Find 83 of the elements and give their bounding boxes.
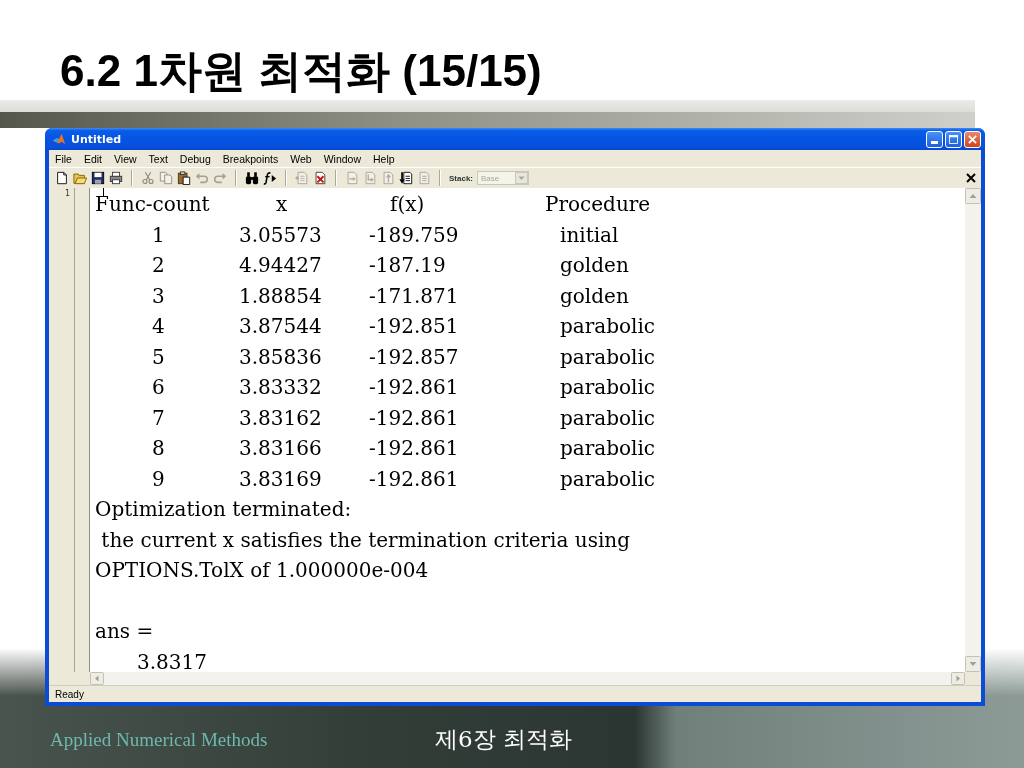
course-title: Applied Numerical Methods	[50, 728, 268, 751]
page-cross-icon[interactable]	[313, 171, 327, 185]
table-cell: 3.87544	[239, 315, 322, 338]
chapter-title: 제6장 최적화	[435, 725, 572, 754]
minimize-icon[interactable]	[931, 140, 938, 144]
menu-item[interactable]: Text	[142, 152, 174, 165]
menu-item[interactable]: Edit	[77, 152, 108, 165]
blank-page-icon[interactable]	[55, 171, 69, 185]
column-header: x	[276, 193, 288, 216]
table-cell: 1	[152, 223, 165, 246]
table-cell: 5	[152, 345, 165, 368]
stack-label: Stack:	[449, 173, 473, 183]
table-cell: -192.861	[369, 406, 459, 429]
output-line: Optimization terminated:	[95, 498, 352, 521]
scroll-right-icon[interactable]	[951, 672, 965, 685]
folder-icon[interactable]	[73, 171, 87, 185]
table-cell: 1.88854	[239, 284, 322, 307]
table-cell: parabolic	[560, 315, 656, 338]
table-cell: 6	[152, 376, 165, 399]
table-cell: 4.94427	[239, 254, 322, 277]
table-cell: -192.857	[369, 345, 459, 368]
clipboard-icon[interactable]	[177, 171, 191, 185]
table-cell: golden	[560, 254, 629, 277]
minimize-button[interactable]	[926, 130, 943, 148]
table-cell: parabolic	[560, 376, 656, 399]
scroll-left-icon[interactable]	[90, 672, 104, 685]
table-cell: 3	[152, 284, 165, 307]
table-cell: 4	[152, 315, 165, 338]
table-cell: 3.83162	[239, 406, 322, 429]
slide-title: 6.2 1차원 최적화 (15/15)	[60, 46, 542, 96]
app-logo-icon	[52, 132, 66, 146]
table-cell: -192.851	[369, 315, 459, 338]
table-cell: -192.861	[369, 467, 459, 490]
horizontal-scrollbar[interactable]	[90, 672, 965, 685]
table-cell: 8	[152, 437, 165, 460]
menu-item[interactable]: View	[108, 152, 143, 165]
table-cell: -171.871	[369, 284, 459, 307]
table-cell: -189.759	[369, 223, 459, 246]
scroll-down-icon[interactable]	[965, 656, 981, 672]
menu-item[interactable]: Window	[317, 152, 368, 165]
printer-icon[interactable]	[109, 171, 123, 185]
close-button[interactable]	[964, 130, 981, 148]
answer-value: 3.8317	[137, 650, 207, 672]
menu-item[interactable]: Breakpoints	[216, 152, 285, 165]
maximize-icon[interactable]	[949, 134, 958, 144]
line-number: 1	[64, 189, 70, 198]
table-cell: 3.83166	[239, 437, 322, 460]
scroll-up-icon[interactable]	[965, 188, 981, 204]
menu-item[interactable]: Debug	[173, 152, 217, 165]
column-header: Procedure	[545, 193, 651, 216]
table-cell: 3.85836	[239, 345, 322, 368]
table-cell: 2	[152, 254, 165, 277]
table-cell: initial	[560, 223, 619, 246]
output-line: the current x satisfies the termination criteria using	[100, 528, 631, 551]
vertical-scrollbar[interactable]	[965, 188, 981, 672]
table-cell: 7	[152, 406, 165, 429]
menu-item[interactable]: Web	[284, 152, 318, 165]
close-icon[interactable]	[966, 173, 976, 183]
table-cell: parabolic	[560, 467, 656, 490]
table-cell: parabolic	[560, 406, 656, 429]
status-text: Ready	[55, 688, 84, 700]
binoculars-icon[interactable]	[245, 171, 259, 185]
page-down-arrow-icon[interactable]	[399, 171, 413, 185]
table-cell: parabolic	[560, 345, 656, 368]
text-cursor	[103, 188, 104, 197]
function-play-icon[interactable]	[263, 171, 277, 185]
table-cell: -192.861	[369, 376, 459, 399]
column-header: f(x)	[390, 193, 425, 216]
table-cell: 9	[152, 467, 165, 490]
menu-item[interactable]: Help	[367, 152, 401, 165]
output-line: OPTIONS.TolX of 1.000000e-004	[95, 559, 429, 582]
table-cell: parabolic	[560, 437, 656, 460]
column-header: Func-count	[95, 193, 210, 216]
table-cell: 3.83332	[239, 376, 322, 399]
table-cell: golden	[560, 284, 629, 307]
maximize-button[interactable]	[945, 130, 962, 148]
window-title: Untitled	[71, 132, 122, 146]
table-cell: -192.861	[369, 437, 459, 460]
answer-label: ans =	[95, 620, 154, 643]
table-cell: 3.05573	[239, 223, 322, 246]
table-cell: -187.19	[369, 254, 446, 277]
menu-item[interactable]: File	[49, 152, 78, 165]
table-cell: 3.83169	[239, 467, 322, 490]
